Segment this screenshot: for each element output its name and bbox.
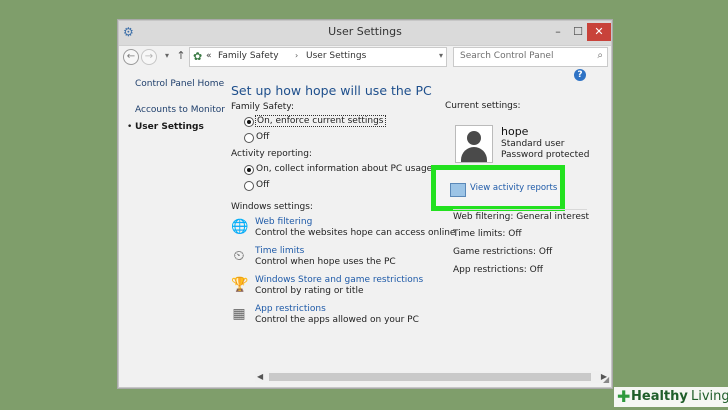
- search-placeholder: Search Control Panel: [460, 51, 554, 61]
- watermark-logo: ✚ Healthy Living: [614, 387, 728, 407]
- current-time-limits: Time limits: Off: [453, 229, 522, 239]
- time-limits-link[interactable]: Time limits: [255, 246, 304, 256]
- breadcrumb-overflow[interactable]: «: [206, 51, 212, 61]
- user-settings-window: ⚙ User Settings – ☐ ✕ ← → ▾ ↑ ✿ « Family…: [118, 20, 612, 388]
- navigation-bar: ← → ▾ ↑ ✿ « Family Safety › User Setting…: [119, 46, 611, 68]
- family-safety-off-radio[interactable]: [244, 133, 254, 143]
- help-icon[interactable]: ?: [574, 69, 586, 81]
- sidebar-item-control-panel-home[interactable]: Control Panel Home: [135, 79, 224, 89]
- control-panel-icon: ✿: [193, 50, 203, 63]
- current-game-restrictions: Game restrictions: Off: [453, 247, 553, 257]
- avatar-body: [461, 147, 487, 162]
- maximize-button[interactable]: ☐: [569, 23, 587, 41]
- avatar-head: [467, 131, 481, 145]
- user-type: Standard user: [501, 139, 565, 149]
- activity-reporting-label: Activity reporting:: [231, 149, 312, 159]
- minimize-button[interactable]: –: [549, 23, 567, 41]
- up-button[interactable]: ↑: [174, 49, 188, 63]
- current-item-bullet: •: [127, 122, 133, 132]
- user-name: hope: [501, 125, 529, 138]
- store-game-restrictions-desc: Control by rating or title: [255, 286, 364, 296]
- app-restrictions-link[interactable]: App restrictions: [255, 304, 326, 314]
- web-filtering-desc: Control the websites hope can access onl…: [255, 228, 456, 238]
- user-password-status: Password protected: [501, 150, 590, 160]
- activity-reporting-off-label[interactable]: Off: [256, 180, 269, 190]
- search-input[interactable]: Search Control Panel ⌕: [453, 47, 608, 67]
- app-restrictions-desc: Control the apps allowed on your PC: [255, 315, 419, 325]
- windows-settings-label: Windows settings:: [231, 202, 313, 212]
- store-game-restrictions-link[interactable]: Windows Store and game restrictions: [255, 275, 423, 285]
- title-bar[interactable]: ⚙ User Settings – ☐ ✕: [119, 21, 611, 46]
- report-icon: [450, 183, 466, 197]
- window-title: User Settings: [328, 25, 402, 38]
- breadcrumb-user-settings[interactable]: User Settings: [306, 51, 366, 61]
- current-settings-label: Current settings:: [445, 101, 521, 111]
- family-safety-on-text[interactable]: On, enforce current settings: [255, 115, 386, 127]
- avatar: [455, 125, 493, 163]
- page-title: Set up how hope will use the PC: [231, 83, 432, 98]
- divider: [453, 209, 587, 210]
- scrollbar-thumb[interactable]: [269, 373, 591, 381]
- watermark-text-2: Living: [691, 389, 728, 404]
- watermark-text-1: Healthy: [631, 389, 688, 404]
- activity-reporting-on-label[interactable]: On, collect information about PC usage: [256, 164, 432, 174]
- address-dropdown-icon[interactable]: ▾: [439, 51, 443, 60]
- clock-icon: ⏲: [233, 248, 245, 264]
- family-safety-on-label[interactable]: On, enforce current settings: [255, 115, 386, 127]
- current-web-filtering: Web filtering: General interest: [453, 212, 590, 222]
- family-safety-on-radio[interactable]: [244, 117, 254, 127]
- close-button[interactable]: ✕: [587, 23, 611, 41]
- back-button[interactable]: ←: [123, 49, 139, 65]
- address-bar[interactable]: ✿ « Family Safety › User Settings ▾: [189, 47, 447, 67]
- trophy-icon: 🏆: [231, 277, 249, 293]
- breadcrumb-family-safety[interactable]: Family Safety: [218, 51, 279, 61]
- plus-icon: ✚: [617, 387, 631, 406]
- family-safety-off-label[interactable]: Off: [256, 132, 269, 142]
- recent-locations-dropdown[interactable]: ▾: [160, 49, 174, 63]
- family-safety-label: Family Safety:: [231, 102, 294, 112]
- horizontal-scrollbar[interactable]: ◀ ▶: [255, 371, 611, 383]
- view-activity-reports-link[interactable]: View activity reports: [470, 183, 557, 193]
- globe-icon: 🌐: [231, 219, 249, 235]
- app-icon: ▦: [232, 306, 246, 322]
- view-activity-reports-highlight[interactable]: View activity reports: [431, 165, 565, 211]
- breadcrumb-separator[interactable]: ›: [295, 51, 298, 60]
- sidebar-item-user-settings[interactable]: User Settings: [135, 122, 204, 132]
- forward-button[interactable]: →: [141, 49, 157, 65]
- web-filtering-link[interactable]: Web filtering: [255, 217, 312, 227]
- search-icon[interactable]: ⌕: [597, 50, 603, 61]
- activity-reporting-off-radio[interactable]: [244, 181, 254, 191]
- current-app-restrictions: App restrictions: Off: [453, 265, 543, 275]
- sidebar-item-accounts-to-monitor[interactable]: Accounts to Monitor: [135, 105, 225, 115]
- time-limits-desc: Control when hope uses the PC: [255, 257, 396, 267]
- scroll-left-icon[interactable]: ◀: [257, 371, 263, 383]
- resize-grip-icon[interactable]: ◢: [603, 375, 609, 384]
- activity-reporting-on-radio[interactable]: [244, 165, 254, 175]
